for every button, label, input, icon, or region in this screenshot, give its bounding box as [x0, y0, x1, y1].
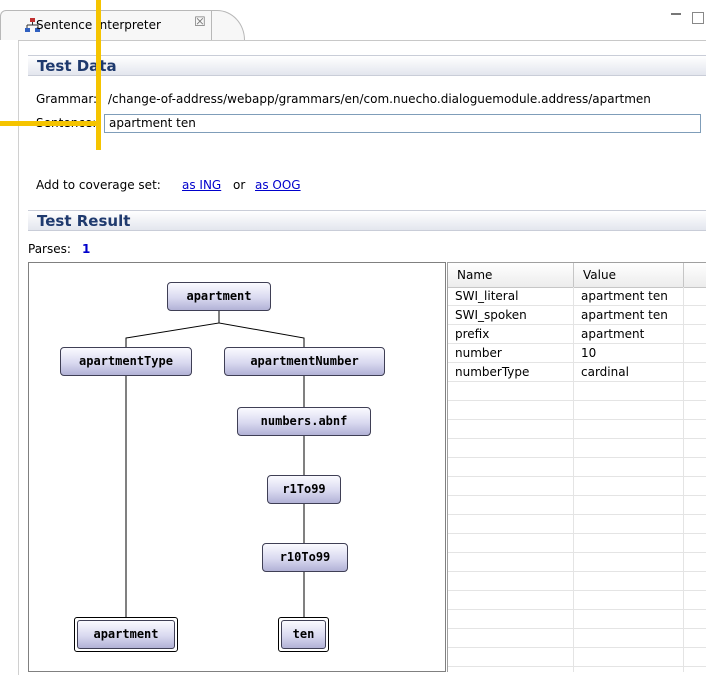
cell-name: SWI_literal [455, 289, 519, 303]
minimize-icon[interactable] [670, 12, 682, 22]
coverage-label: Add to coverage set: [36, 178, 161, 192]
table-row-empty [448, 553, 706, 572]
cell-value: 10 [581, 346, 597, 360]
tree-node-root[interactable]: apartment [167, 282, 271, 311]
table-row-empty [448, 401, 706, 420]
grammar-label: Grammar: [36, 92, 98, 106]
table-row-empty [448, 591, 706, 610]
table-row-empty [448, 572, 706, 591]
tree-node-apartment-type[interactable]: apartmentType [60, 347, 192, 376]
parse-tree: apartment apartmentType apartmentNumber … [28, 262, 446, 672]
tree-leaf-apartment[interactable]: apartment [74, 617, 178, 652]
test-result-header: Test Result [28, 210, 706, 231]
table-row-empty [448, 515, 706, 534]
column-header-name[interactable]: Name [448, 263, 574, 287]
table-header: Name Value [448, 263, 706, 288]
table-row[interactable]: prefix apartment [448, 325, 706, 344]
table-row-empty [448, 477, 706, 496]
cell-value: apartment [581, 327, 645, 341]
table-row-empty [448, 610, 706, 629]
cell-name: SWI_spoken [455, 308, 527, 322]
cell-value: apartment ten [581, 308, 668, 322]
tree-leaf-ten-label: ten [281, 620, 326, 649]
parses-label: Parses: [28, 242, 71, 256]
result-table: Name Value SWI_literal apartment ten SWI… [447, 262, 706, 672]
table-row-empty [448, 648, 706, 667]
table-row-empty [448, 439, 706, 458]
tree-node-numbers-abnf[interactable]: numbers.abnf [237, 407, 371, 436]
maximize-icon[interactable] [692, 12, 704, 24]
cell-name: numberType [455, 365, 530, 379]
table-row[interactable]: SWI_literal apartment ten [448, 287, 706, 306]
tree-node-apartment-number[interactable]: apartmentNumber [224, 347, 385, 376]
table-row[interactable]: number 10 [448, 344, 706, 363]
tree-edges [125, 310, 305, 617]
table-row[interactable]: numberType cardinal [448, 363, 706, 382]
table-row-empty [448, 629, 706, 648]
tree-leaf-apartment-label: apartment [77, 620, 175, 649]
cell-name: number [455, 346, 502, 360]
callout-line-horizontal [0, 121, 101, 126]
cell-value: cardinal [581, 365, 629, 379]
table-row[interactable]: SWI_spoken apartment ten [448, 306, 706, 325]
grammar-path: /change-of-address/webapp/grammars/en/co… [108, 92, 651, 106]
close-icon[interactable]: ☒ [194, 15, 206, 30]
as-oog-link[interactable]: as OOG [255, 178, 301, 192]
as-ing-link[interactable]: as ING [182, 178, 221, 192]
test-data-header: Test Data [28, 55, 706, 76]
cell-name: prefix [455, 327, 490, 341]
table-row-empty [448, 382, 706, 401]
table-row-empty [448, 458, 706, 477]
table-row-empty [448, 534, 706, 553]
tree-leaf-ten[interactable]: ten [278, 617, 329, 652]
parses-count: 1 [82, 242, 91, 256]
coverage-or: or [233, 178, 246, 192]
table-row-empty [448, 420, 706, 439]
table-row-empty [448, 496, 706, 515]
callout-line-vertical [96, 0, 101, 150]
column-header-value[interactable]: Value [574, 263, 684, 287]
cell-value: apartment ten [581, 289, 668, 303]
tree-node-r10to99[interactable]: r10To99 [262, 543, 348, 572]
tree-node-r1to99[interactable]: r1To99 [267, 475, 341, 504]
sentence-input[interactable]: apartment ten [104, 114, 701, 133]
